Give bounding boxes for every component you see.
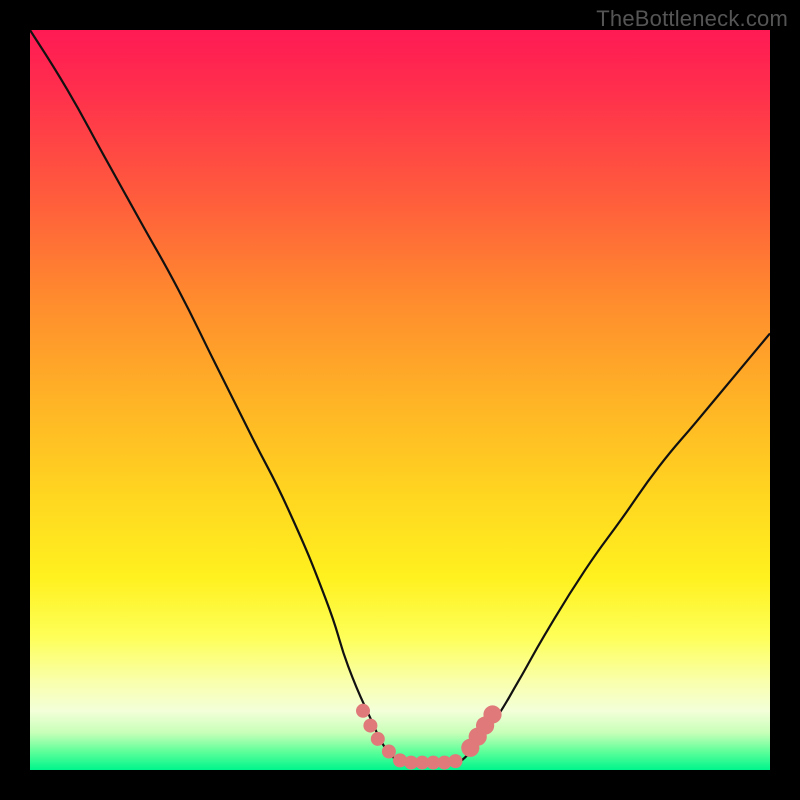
curve-markers bbox=[356, 704, 502, 770]
bottleneck-curve bbox=[30, 30, 770, 763]
marker-dot bbox=[371, 732, 385, 746]
chart-frame: TheBottleneck.com bbox=[0, 0, 800, 800]
marker-dot bbox=[483, 705, 501, 723]
plot-area bbox=[30, 30, 770, 770]
curve-layer bbox=[30, 30, 770, 770]
marker-dot bbox=[449, 754, 463, 768]
marker-dot bbox=[363, 719, 377, 733]
right-curve bbox=[459, 333, 770, 762]
marker-dot bbox=[356, 704, 370, 718]
left-curve bbox=[30, 30, 400, 763]
marker-dot bbox=[382, 745, 396, 759]
attribution-text: TheBottleneck.com bbox=[596, 6, 788, 32]
